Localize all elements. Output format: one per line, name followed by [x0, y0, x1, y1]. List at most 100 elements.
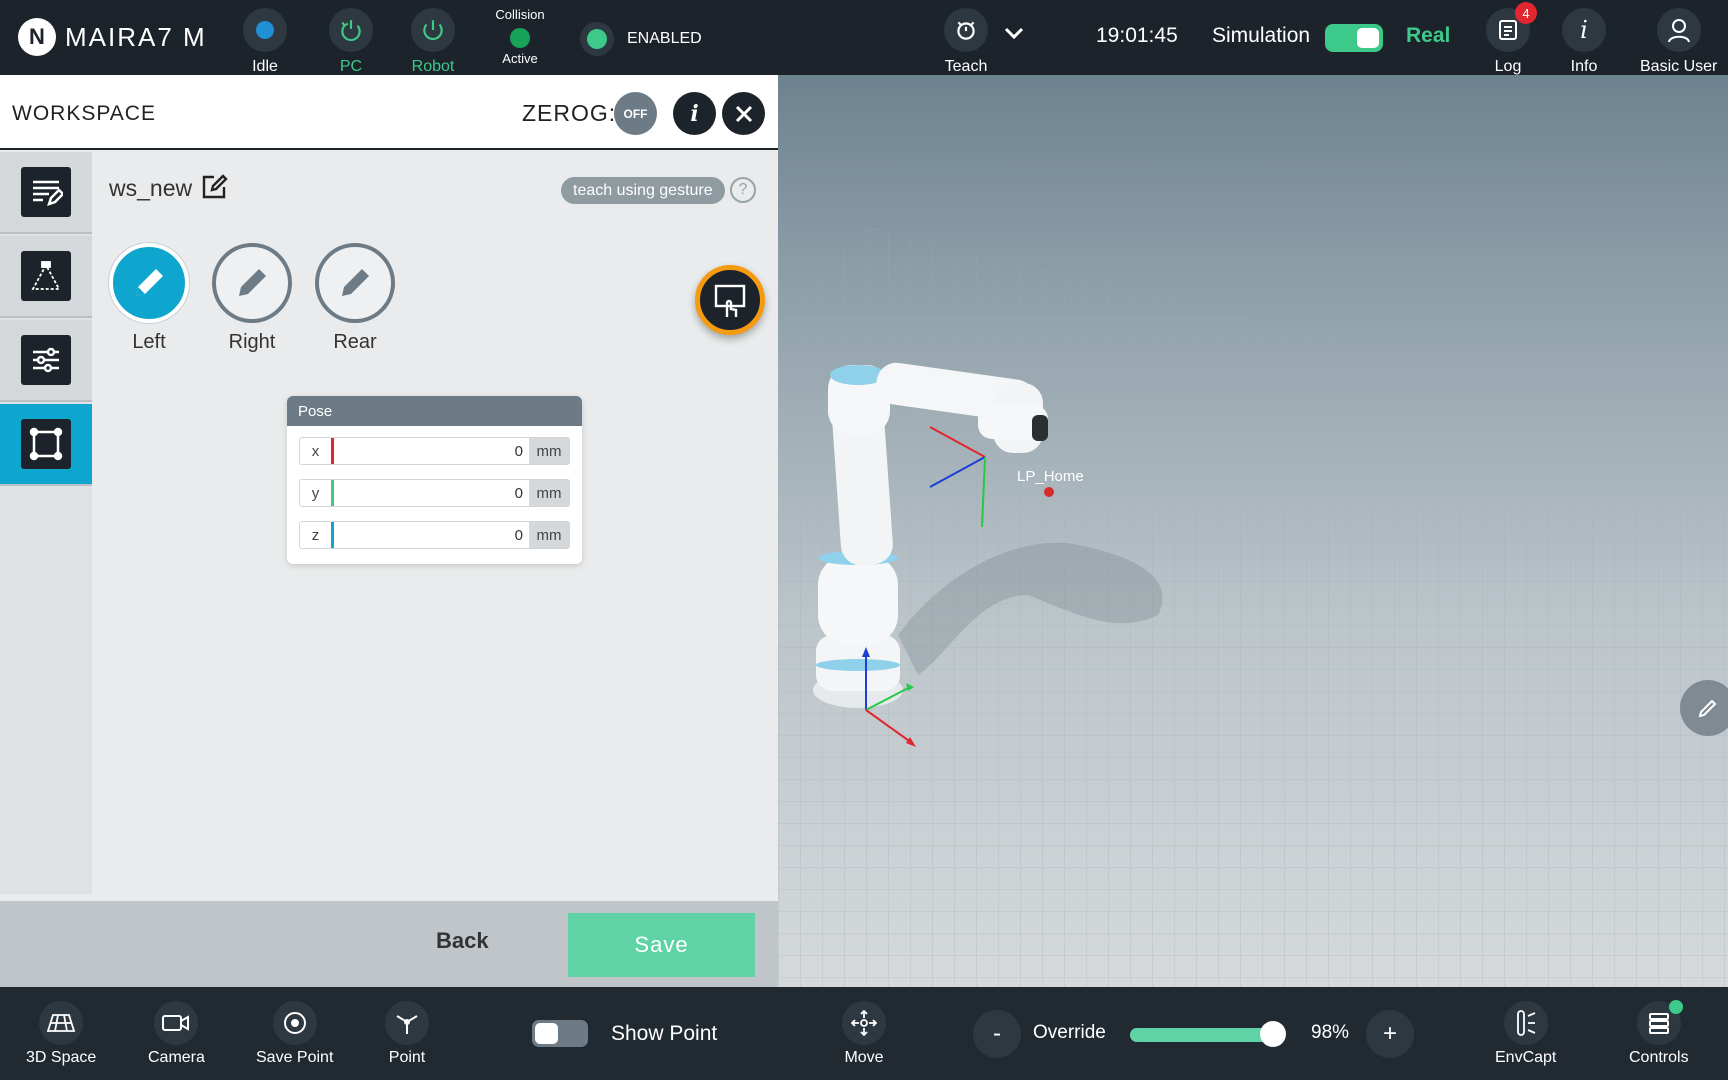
power-refresh-icon: [329, 8, 373, 52]
enabled-label: ENABLED: [627, 30, 702, 47]
real-label: Real: [1406, 24, 1451, 47]
rail-item-settings[interactable]: [0, 320, 92, 402]
pose-z-value[interactable]: 0: [334, 527, 529, 544]
save-point-button[interactable]: Save Point: [256, 1001, 333, 1067]
pencil-icon: [109, 243, 189, 323]
override-increase-button[interactable]: +: [1366, 1010, 1414, 1058]
pose-z-field[interactable]: z 0 mm: [299, 521, 570, 549]
brand-name: MAIRA7 M: [65, 21, 207, 52]
save-point-label: Save Point: [256, 1049, 334, 1066]
point-label: LP_Home: [1017, 468, 1084, 485]
info-button[interactable]: i Info: [1562, 8, 1606, 76]
close-icon[interactable]: [722, 92, 765, 135]
move-button[interactable]: Move: [842, 1001, 886, 1067]
target-icon: [272, 1001, 317, 1045]
pyramid-area-icon: [21, 251, 71, 301]
boundary-box-icon: [21, 419, 71, 469]
move-arrows-icon: [842, 1001, 886, 1045]
gesture-teach-button[interactable]: [695, 265, 765, 335]
grid-3d-icon: [39, 1001, 84, 1045]
help-icon[interactable]: ?: [730, 177, 756, 203]
scene-svg: [778, 225, 1728, 987]
chevron-down-icon[interactable]: [1003, 20, 1025, 46]
pc-status[interactable]: PC: [329, 8, 373, 76]
save-button[interactable]: Save: [568, 913, 755, 977]
pose-x-field[interactable]: x 0 mm: [299, 437, 570, 465]
idle-status[interactable]: Idle: [243, 8, 287, 76]
collision-dot-icon: [510, 28, 530, 48]
stopwatch-icon: [944, 8, 988, 52]
user-button[interactable]: Basic User: [1640, 8, 1717, 76]
brand-logo: N MAIRA7 M: [18, 18, 207, 56]
user-icon: [1656, 8, 1701, 52]
view-right-button[interactable]: Right: [212, 243, 292, 354]
collision-status[interactable]: Collision Active: [495, 7, 545, 66]
workspace-name: ws_new: [109, 175, 193, 201]
point-button[interactable]: Point: [385, 1001, 429, 1067]
view-right-label: Right: [228, 331, 276, 353]
back-button[interactable]: Back: [436, 928, 489, 954]
point-label: Point: [388, 1049, 426, 1066]
override-slider-track[interactable]: [1130, 1028, 1276, 1042]
rename-edit-icon[interactable]: [200, 173, 228, 206]
show-point-label: Show Point: [611, 1022, 718, 1045]
override-decrease-button[interactable]: -: [973, 1010, 1021, 1058]
logo-mark: N: [18, 18, 56, 56]
pose-y-field[interactable]: y 0 mm: [299, 479, 570, 507]
3d-viewport[interactable]: LP_Home: [778, 75, 1728, 987]
idle-label: Idle: [252, 58, 278, 75]
camera-label: Camera: [148, 1049, 205, 1066]
pose-x-unit: mm: [529, 438, 569, 464]
pose-x-value[interactable]: 0: [334, 443, 529, 460]
simulation-label: Simulation: [1212, 24, 1311, 47]
robot-status[interactable]: Robot: [411, 8, 455, 76]
clock: 19:01:45: [1096, 24, 1178, 47]
override-label: Override: [1033, 1022, 1106, 1043]
pose-y-axis: y: [300, 480, 334, 506]
pencil-icon: [1698, 699, 1717, 718]
power-icon: [411, 8, 455, 52]
simulation-real-toggle[interactable]: [1325, 24, 1383, 52]
enable-status[interactable]: ENABLED: [580, 22, 702, 56]
camera-button[interactable]: Camera: [148, 1001, 205, 1067]
status-dot-icon: [243, 8, 287, 52]
view-left-button[interactable]: Left: [109, 243, 189, 354]
enabled-dot-icon: [580, 22, 614, 56]
panel-header: WORKSPACE ZEROG: OFF i: [0, 75, 778, 150]
view-rear-button[interactable]: Rear: [315, 243, 395, 354]
controls-status-dot: [1669, 1000, 1683, 1014]
rail-item-properties[interactable]: [0, 152, 92, 234]
bottom-bar: 3D Space Camera Save Point Point Show Po…: [0, 987, 1728, 1080]
teach-gesture-chip[interactable]: teach using gesture: [561, 177, 725, 204]
pose-card: Pose x 0 mm y 0 mm z 0 mm: [287, 396, 582, 564]
zerog-label: ZEROG:: [522, 100, 617, 126]
rail-item-boundary[interactable]: [0, 404, 92, 486]
viewport-edit-button[interactable]: [1680, 680, 1728, 736]
collision-state: Active: [502, 51, 538, 66]
zerog-toggle-button[interactable]: OFF: [614, 92, 657, 135]
workspace-panel: WORKSPACE ZEROG: OFF i ws_new teach usin…: [0, 75, 778, 987]
pose-x-axis: x: [300, 438, 334, 464]
pose-y-value[interactable]: 0: [334, 485, 529, 502]
info-icon[interactable]: i: [673, 92, 716, 135]
collision-title: Collision: [495, 7, 545, 22]
view-rear-label: Rear: [333, 331, 377, 353]
info-icon: i: [1562, 8, 1606, 52]
override-slider-handle[interactable]: [1260, 1021, 1287, 1047]
teach-label: Teach: [944, 58, 988, 75]
env-capture-icon: [1503, 1001, 1548, 1045]
pose-y-unit: mm: [529, 480, 569, 506]
info-label: Info: [1570, 58, 1598, 75]
rail-item-area[interactable]: [0, 236, 92, 318]
hand-screen-icon: [714, 284, 746, 317]
document-edit-icon: [21, 167, 71, 217]
envcapt-label: EnvCapt: [1495, 1049, 1557, 1066]
teach-mode-button[interactable]: Teach: [944, 8, 988, 76]
envcapt-button[interactable]: EnvCapt: [1495, 1001, 1556, 1067]
lp-home-marker[interactable]: [1044, 487, 1054, 497]
3d-space-button[interactable]: 3D Space: [26, 1001, 96, 1067]
pose-z-axis: z: [300, 522, 334, 548]
show-point-toggle[interactable]: [532, 1020, 588, 1047]
camera-icon: [154, 1001, 199, 1045]
log-label: Log: [1494, 58, 1522, 75]
